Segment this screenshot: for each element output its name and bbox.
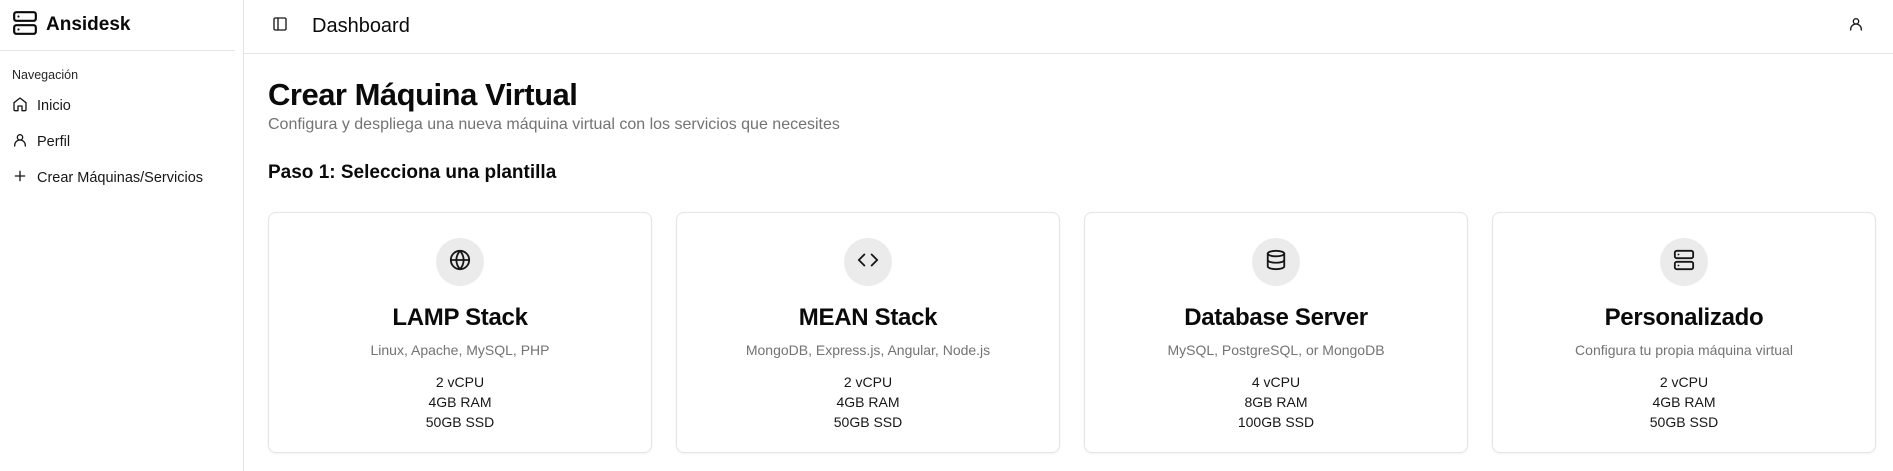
template-card-custom[interactable]: Personalizado Configura tu propia máquin… <box>1492 212 1876 454</box>
sidebar-item-label: Crear Máquinas/Servicios <box>37 170 204 186</box>
panel-left-icon <box>272 16 288 37</box>
spec-disk: 100GB SSD <box>1237 414 1315 431</box>
template-card-database[interactable]: Database Server MySQL, PostgreSQL, or Mo… <box>1084 212 1468 454</box>
app-root: Ansidesk Navegación Inicio Perfil Crear … <box>0 0 1893 471</box>
card-description: Configura tu propia máquina virtual <box>1575 342 1793 359</box>
server-icon <box>1673 249 1695 276</box>
card-title: Database Server <box>1184 304 1368 332</box>
card-title: MEAN Stack <box>798 304 938 332</box>
database-icon <box>1265 249 1287 276</box>
sidebar-toggle-button[interactable] <box>270 17 290 37</box>
card-title: Personalizado <box>1604 304 1764 332</box>
spec-disk: 50GB SSD <box>1649 414 1719 431</box>
card-specs: 2 vCPU 4GB RAM 50GB SSD <box>1650 372 1718 432</box>
nav-group-label: Navegación <box>12 68 79 82</box>
card-icon-circle <box>1660 238 1708 287</box>
code-icon <box>857 249 879 276</box>
user-menu-button[interactable] <box>1846 17 1866 37</box>
user-icon <box>12 132 28 152</box>
spec-ram: 4GB RAM <box>1652 394 1716 411</box>
sidebar-item-crear[interactable]: Crear Máquinas/Servicios <box>0 160 243 196</box>
topbar: Dashboard <box>244 0 1893 54</box>
server-logo-icon <box>12 10 38 41</box>
template-card-lamp[interactable]: LAMP Stack Linux, Apache, MySQL, PHP 2 v… <box>268 212 652 454</box>
sidebar: Ansidesk Navegación Inicio Perfil Crear … <box>0 0 244 471</box>
spec-cpu: 4 vCPU <box>1251 374 1301 391</box>
template-cards: LAMP Stack Linux, Apache, MySQL, PHP 2 v… <box>268 212 1876 454</box>
spec-cpu: 2 vCPU <box>843 374 893 391</box>
spec-disk: 50GB SSD <box>833 414 903 431</box>
card-specs: 4 vCPU 8GB RAM 100GB SSD <box>1238 372 1314 432</box>
spec-ram: 8GB RAM <box>1244 394 1308 411</box>
card-icon-circle <box>1252 238 1300 287</box>
spec-cpu: 2 vCPU <box>435 374 485 391</box>
sidebar-item-label: Inicio <box>37 98 71 114</box>
spec-ram: 4GB RAM <box>428 394 492 411</box>
sidebar-header: Ansidesk <box>0 0 243 51</box>
page-title: Crear Máquina Virtual <box>268 77 578 112</box>
page-header-title: Dashboard <box>312 15 410 37</box>
spec-cpu: 2 vCPU <box>1659 374 1709 391</box>
plus-icon <box>12 168 28 188</box>
card-description: Linux, Apache, MySQL, PHP <box>370 342 550 359</box>
card-icon-circle <box>436 238 484 287</box>
brand[interactable]: Ansidesk <box>0 0 235 51</box>
sidebar-item-inicio[interactable]: Inicio <box>0 88 243 124</box>
app-name: Ansidesk <box>46 14 131 35</box>
card-description: MongoDB, Express.js, Angular, Node.js <box>745 342 991 359</box>
step-title: Paso 1: Selecciona una plantilla <box>268 162 557 184</box>
card-specs: 2 vCPU 4GB RAM 50GB SSD <box>426 372 494 432</box>
globe-icon <box>449 249 471 276</box>
sidebar-item-label: Perfil <box>37 134 71 150</box>
card-icon-circle <box>844 238 892 287</box>
sidebar-item-perfil[interactable]: Perfil <box>0 124 243 160</box>
card-specs: 2 vCPU 4GB RAM 50GB SSD <box>834 372 902 432</box>
template-card-mean[interactable]: MEAN Stack MongoDB, Express.js, Angular,… <box>676 212 1060 454</box>
user-icon <box>1848 16 1864 37</box>
spec-disk: 50GB SSD <box>425 414 495 431</box>
home-icon <box>12 96 28 116</box>
card-title: LAMP Stack <box>392 304 528 332</box>
card-description: MySQL, PostgreSQL, or MongoDB <box>1167 342 1385 359</box>
spec-ram: 4GB RAM <box>836 394 900 411</box>
content: Crear Máquina Virtual Configura y despli… <box>244 54 1893 454</box>
main-area: Dashboard Crear Máquina Virtual Configur… <box>244 0 1893 471</box>
page-subtitle: Configura y despliega una nueva máquina … <box>268 116 840 134</box>
